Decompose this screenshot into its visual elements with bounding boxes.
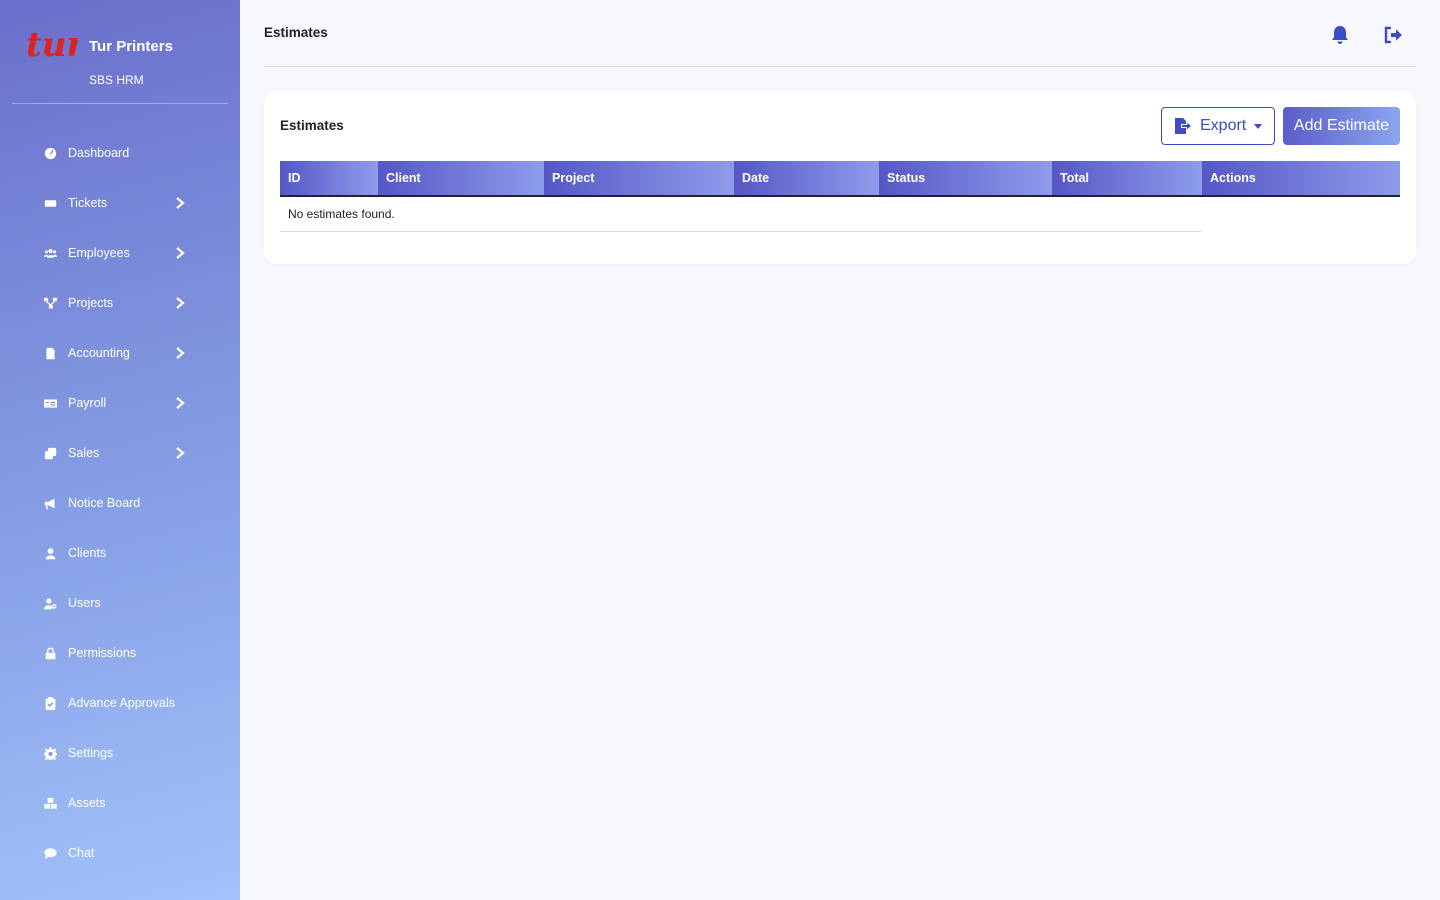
sidebar-item-label: Projects [68, 296, 114, 310]
cubes-icon [42, 795, 58, 811]
sidebar-item-accounting[interactable]: Accounting [0, 328, 240, 378]
estimates-table: ID Client Project Date Status Total Acti… [280, 161, 1400, 232]
chevron-right-icon [174, 246, 188, 260]
brand-divider [12, 103, 228, 104]
money-check-icon [42, 395, 58, 411]
sidebar-item-chat[interactable]: Chat [0, 828, 240, 878]
sidebar-item-permissions[interactable]: Permissions [0, 628, 240, 678]
table-header: ID Client Project Date Status Total Acti… [280, 161, 1400, 197]
page-title: Estimates [264, 25, 328, 40]
megaphone-icon [42, 495, 58, 511]
add-estimate-button[interactable]: Add Estimate [1283, 107, 1400, 145]
sidebar-item-label: Dashboard [68, 146, 130, 160]
chevron-right-icon [174, 346, 188, 360]
export-button-label: Export [1200, 117, 1247, 134]
sidebar-item-notice-board[interactable]: Notice Board [0, 478, 240, 528]
column-header-date[interactable]: Date [734, 161, 879, 195]
chevron-right-icon [174, 396, 188, 410]
sidebar-item-users[interactable]: Users [0, 578, 240, 628]
sidebar-item-payroll[interactable]: Payroll [0, 378, 240, 428]
sidebar-item-label: Clients [68, 546, 107, 560]
chevron-right-icon [174, 196, 188, 210]
file-invoice-icon [42, 345, 58, 361]
bell-icon[interactable] [1329, 24, 1351, 46]
table-empty-row: No estimates found. [280, 197, 1202, 232]
gear-icon [42, 745, 58, 761]
column-header-status[interactable]: Status [879, 161, 1052, 195]
clone-icon [42, 445, 58, 461]
column-header-client[interactable]: Client [378, 161, 544, 195]
sidebar-item-label: Advance Approvals [68, 696, 176, 710]
sidebar: tur Tur Printers SBS HRM Dashboard Ticke… [0, 0, 240, 900]
comment-icon [42, 845, 58, 861]
sidebar-item-label: Users [68, 596, 101, 610]
estimates-card: Estimates Export Add Estimate ID Client … [264, 91, 1416, 264]
brand-name: Tur Printers [89, 38, 173, 55]
sidebar-item-label: Payroll [68, 396, 107, 410]
chevron-right-icon [174, 296, 188, 310]
svg-text:tur: tur [26, 26, 78, 64]
sidebar-item-label: Employees [68, 246, 130, 260]
user-gear-icon [42, 595, 58, 611]
column-header-actions: Actions [1202, 161, 1400, 195]
sidebar-item-projects[interactable]: Projects [0, 278, 240, 328]
sidebar-item-advance-approvals[interactable]: Advance Approvals [0, 678, 240, 728]
sidebar-item-label: Chat [68, 846, 95, 860]
sidebar-item-label: Sales [68, 446, 100, 460]
sidebar-item-label: Settings [68, 746, 114, 760]
sidebar-item-clients[interactable]: Clients [0, 528, 240, 578]
sidebar-item-settings[interactable]: Settings [0, 728, 240, 778]
sidebar-item-label: Accounting [68, 346, 130, 360]
chevron-right-icon [174, 446, 188, 460]
ticket-icon [42, 195, 58, 211]
sidebar-item-tickets[interactable]: Tickets [0, 178, 240, 228]
brand: tur Tur Printers SBS HRM [0, 0, 240, 104]
sidebar-item-assets[interactable]: Assets [0, 778, 240, 828]
brand-logo: tur [26, 26, 78, 64]
sidebar-item-dashboard[interactable]: Dashboard [0, 128, 240, 178]
sidebar-item-sales[interactable]: Sales [0, 428, 240, 478]
sidebar-item-label: Notice Board [68, 496, 141, 510]
column-header-id[interactable]: ID [280, 161, 378, 195]
caret-down-icon [1254, 123, 1263, 129]
logout-icon[interactable] [1382, 24, 1404, 46]
sidebar-item-label: Assets [68, 796, 106, 810]
sitemap-icon [42, 295, 58, 311]
export-button[interactable]: Export [1161, 107, 1275, 145]
brand-subtitle: SBS HRM [89, 73, 144, 87]
sidebar-item-employees[interactable]: Employees [0, 228, 240, 278]
column-header-project[interactable]: Project [544, 161, 734, 195]
sidebar-nav: Dashboard Tickets Employees Projects Acc… [0, 128, 240, 878]
card-title: Estimates [280, 118, 344, 133]
sidebar-item-label: Tickets [68, 196, 108, 210]
user-icon [42, 545, 58, 561]
column-header-total[interactable]: Total [1052, 161, 1202, 195]
file-export-icon [1175, 118, 1191, 134]
sidebar-item-label: Permissions [68, 646, 137, 660]
header-divider [264, 66, 1416, 67]
lock-icon [42, 645, 58, 661]
users-icon [42, 245, 58, 261]
gauge-icon [42, 145, 58, 161]
clipboard-check-icon [42, 695, 58, 711]
